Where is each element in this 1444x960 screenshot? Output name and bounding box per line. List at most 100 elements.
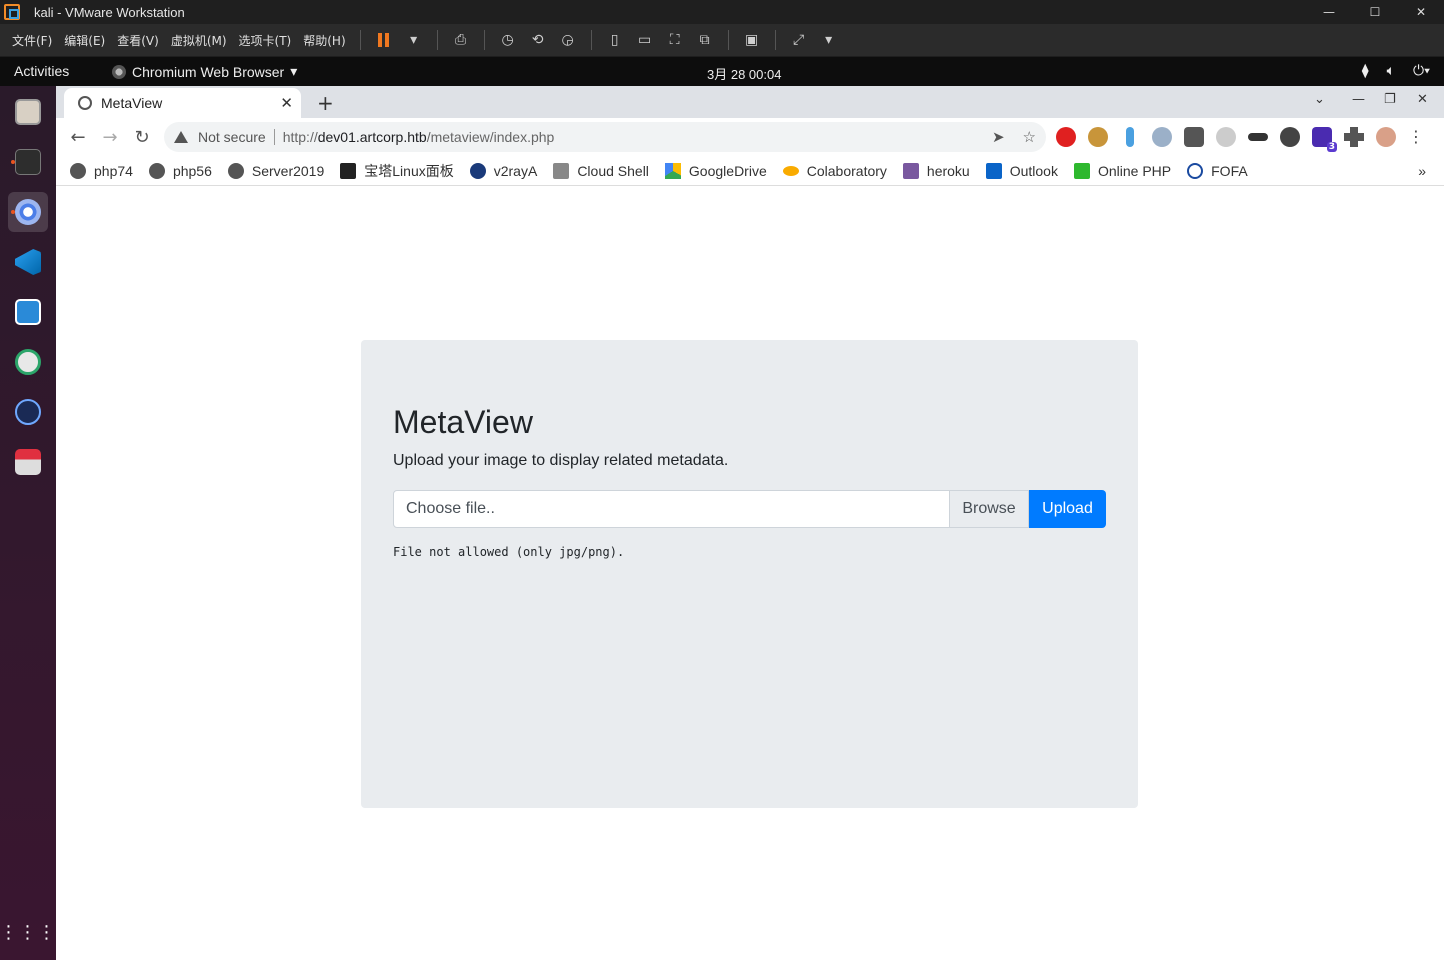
link-icon[interactable] — [1216, 127, 1236, 147]
bookmark-item[interactable]: php74 — [70, 162, 133, 179]
bookmark-item[interactable]: 宝塔Linux面板 — [340, 161, 454, 181]
url-text[interactable]: http://dev01.artcorp.htb/metaview/index.… — [283, 129, 555, 145]
stretch-icon[interactable]: ⤢ — [784, 28, 814, 52]
hackbar-icon[interactable]: 3 — [1312, 127, 1337, 152]
bookmark-star-icon[interactable]: ☆ — [1023, 128, 1036, 146]
system-monitor-icon — [15, 299, 41, 325]
close-window-button[interactable]: ✕ — [1417, 92, 1428, 107]
globe-icon — [227, 162, 244, 179]
close-button[interactable]: ✕ — [1398, 5, 1444, 19]
file-input[interactable]: Choose file.. — [393, 490, 950, 528]
minimize-button[interactable]: — — [1306, 5, 1352, 19]
power-icon: ⏻▾ — [1413, 62, 1430, 78]
chevron-down-icon[interactable]: ▾ — [814, 28, 844, 52]
bookmark-item[interactable]: Outlook — [985, 162, 1058, 179]
image-icon[interactable] — [1184, 127, 1204, 147]
bookmark-label: heroku — [926, 162, 970, 179]
clock[interactable]: 3月 28 00:04 — [707, 64, 781, 83]
toolbar-separator — [727, 30, 729, 50]
divider — [273, 129, 275, 145]
grid-icon: ⋮⋮⋮ — [0, 921, 57, 943]
menu-view[interactable]: 查看(V) — [111, 32, 165, 49]
running-indicator — [11, 160, 15, 164]
terminal-icon — [15, 149, 41, 175]
tab-metaview[interactable]: MetaView ✕ — [64, 88, 301, 118]
revert-snapshot-icon[interactable]: ⟲ — [523, 28, 553, 52]
browse-button[interactable]: Browse — [950, 490, 1029, 528]
puzzle-icon[interactable] — [1344, 127, 1364, 147]
show-applications-button[interactable]: ⋮⋮⋮ — [0, 912, 56, 952]
send-keys-icon[interactable]: ⎙ — [446, 28, 476, 52]
back-icon[interactable]: ← — [62, 127, 94, 148]
bookmark-label: php56 — [172, 162, 212, 179]
toolbar-separator — [590, 30, 592, 50]
cloud-icon — [15, 399, 41, 425]
new-tab-button[interactable]: + — [317, 91, 334, 115]
pause-icon[interactable] — [369, 28, 399, 52]
bt-panel-icon — [340, 162, 357, 179]
menu-help[interactable]: 帮助(H) — [297, 32, 351, 49]
menu-edit[interactable]: 编辑(E) — [58, 32, 111, 49]
menu-file[interactable]: 文件(F) — [6, 32, 58, 49]
fofa-icon — [1187, 162, 1204, 179]
xmind-app[interactable] — [8, 342, 48, 382]
gear-icon[interactable] — [1280, 127, 1300, 147]
unity-icon[interactable]: ⧉ — [690, 28, 720, 52]
fullscreen-icon[interactable]: ⛶ — [660, 28, 690, 52]
xmind-icon — [15, 349, 41, 375]
bookmark-label: Cloud Shell — [577, 162, 649, 179]
avatar[interactable] — [1376, 127, 1396, 147]
bookmark-item[interactable]: Colaboratory — [782, 163, 887, 179]
bookmark-item[interactable]: FOFA — [1187, 162, 1248, 179]
restore-button[interactable]: ❐ — [1384, 92, 1396, 107]
cookie-icon[interactable] — [1088, 127, 1108, 147]
adblock-icon[interactable] — [1056, 127, 1076, 147]
chevron-down-icon[interactable]: ▾ — [399, 28, 429, 52]
address-bar[interactable]: Not secure http://dev01.artcorp.htb/meta… — [164, 122, 1046, 152]
tab-search-icon[interactable]: ⌄ — [1314, 92, 1325, 107]
bookmark-item[interactable]: GoogleDrive — [664, 162, 767, 179]
bookmark-item[interactable]: v2rayA — [469, 162, 537, 179]
bookmark-item[interactable]: Cloud Shell — [553, 162, 649, 179]
terminal-app[interactable] — [8, 142, 48, 182]
cloud-app[interactable] — [8, 392, 48, 432]
bookmark-label: Online PHP — [1097, 162, 1172, 179]
activities-button[interactable]: Activities — [14, 63, 69, 79]
more-bookmarks-icon[interactable]: » — [1418, 163, 1426, 179]
proxy-icon[interactable] — [1152, 127, 1172, 147]
vscode-icon — [15, 249, 41, 275]
bookmark-item[interactable]: heroku — [902, 162, 970, 179]
send-icon[interactable]: ➤ — [992, 128, 1005, 146]
bookmark-item[interactable]: Online PHP — [1073, 162, 1172, 179]
system-tray[interactable]: ⧫ 🔈︎ ⏻▾ — [1362, 62, 1430, 79]
minimize-button[interactable]: — — [1352, 92, 1365, 107]
files-app[interactable] — [8, 92, 48, 132]
snapshot-icon[interactable]: ◷ — [493, 28, 523, 52]
maximize-button[interactable]: ☐ — [1352, 5, 1398, 19]
bookmark-label: FOFA — [1211, 162, 1248, 179]
console-icon[interactable]: ▣ — [737, 28, 767, 52]
toolbar-separator — [483, 30, 485, 50]
reload-icon[interactable]: ↻ — [126, 127, 158, 148]
mask-icon[interactable] — [1248, 133, 1268, 141]
thumbnail-view-icon[interactable]: ▭ — [630, 28, 660, 52]
forward-icon[interactable]: → — [94, 127, 126, 148]
vscode-app[interactable] — [8, 242, 48, 282]
library-view-icon[interactable]: ▯ — [600, 28, 630, 52]
bookmark-item[interactable]: Server2019 — [227, 162, 324, 179]
more-menu-icon[interactable]: ⋮ — [1408, 127, 1424, 147]
bookmark-item[interactable]: php56 — [148, 162, 212, 179]
system-monitor-app[interactable] — [8, 292, 48, 332]
chromium-app[interactable] — [8, 192, 48, 232]
key-icon[interactable] — [1126, 127, 1134, 147]
menu-tabs[interactable]: 选项卡(T) — [233, 32, 298, 49]
snapshot-manager-icon[interactable]: ◶ — [553, 28, 583, 52]
close-tab-icon[interactable]: ✕ — [280, 94, 293, 112]
upload-button[interactable]: Upload — [1029, 490, 1106, 528]
google-drive-icon — [664, 162, 681, 179]
omnibox-actions: ➤ ☆ — [992, 128, 1036, 146]
app-menu[interactable]: Chromium Web Browser ▾ — [112, 63, 297, 80]
not-secure-label[interactable]: Not secure — [198, 129, 266, 145]
menu-vm[interactable]: 虚拟机(M) — [165, 32, 233, 49]
parallels-app[interactable] — [8, 442, 48, 482]
